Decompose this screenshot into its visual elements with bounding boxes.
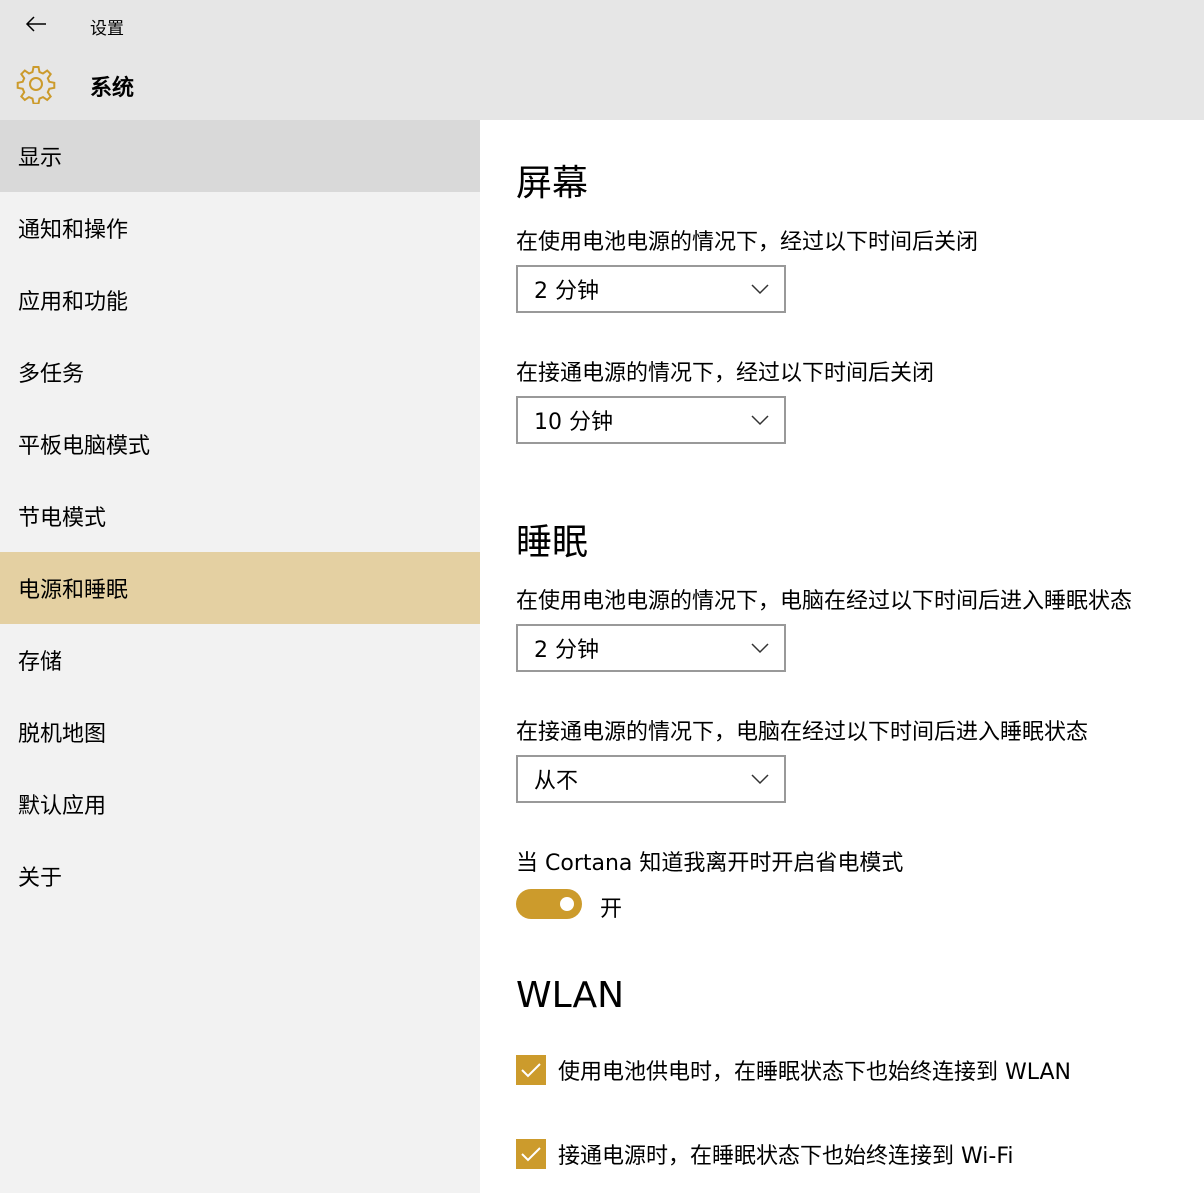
sidebar-item-label: 存储	[18, 650, 63, 675]
sidebar-item-offline-maps[interactable]: 脱机地图	[0, 696, 480, 768]
title-bar: 设置 系统	[0, 0, 1204, 120]
sidebar-item-battery-saver[interactable]: 节电模式	[0, 480, 480, 552]
wlan-battery-label: 使用电池供电时，在睡眠状态下也始终连接到 WLAN	[558, 1060, 1072, 1085]
dropdown-value: 从不	[534, 769, 579, 794]
wlan-plugged-checkbox[interactable]	[516, 1139, 546, 1169]
sidebar-item-multitasking[interactable]: 多任务	[0, 336, 480, 408]
checkmark-icon	[521, 1063, 541, 1078]
dropdown-value: 2 分钟	[534, 279, 599, 304]
screen-plugged-dropdown[interactable]: 10 分钟	[516, 396, 786, 444]
section-title: 系统	[90, 76, 135, 101]
chevron-down-icon	[751, 415, 769, 426]
cortana-toggle[interactable]	[516, 889, 582, 919]
sleep-battery-label: 在使用电池电源的情况下，电脑在经过以下时间后进入睡眠状态	[516, 589, 1133, 614]
screen-plugged-label: 在接通电源的情况下，经过以下时间后关闭	[516, 361, 935, 386]
chevron-down-icon	[751, 284, 769, 295]
wlan-battery-checkbox[interactable]	[516, 1055, 546, 1085]
sidebar-item-power-sleep[interactable]: 电源和睡眠	[0, 552, 480, 624]
dropdown-value: 2 分钟	[534, 638, 599, 663]
cortana-toggle-state: 开	[600, 897, 623, 922]
sidebar-item-default-apps[interactable]: 默认应用	[0, 768, 480, 840]
gear-icon	[16, 66, 56, 104]
sidebar-item-label: 脱机地图	[18, 722, 107, 747]
app-title: 设置	[90, 19, 124, 39]
chevron-down-icon	[751, 643, 769, 654]
screen-heading: 屏幕	[516, 163, 589, 204]
wlan-heading: WLAN	[516, 975, 625, 1016]
sleep-heading: 睡眠	[516, 522, 589, 563]
sidebar-item-label: 通知和操作	[18, 218, 129, 243]
sidebar-item-about[interactable]: 关于	[0, 840, 480, 912]
wlan-plugged-label: 接通电源时，在睡眠状态下也始终连接到 Wi-Fi	[558, 1144, 1014, 1169]
sidebar-item-label: 显示	[18, 146, 63, 171]
sidebar-item-label: 多任务	[18, 362, 85, 387]
sidebar-item-label: 默认应用	[18, 794, 107, 819]
screen-battery-dropdown[interactable]: 2 分钟	[516, 265, 786, 313]
sidebar-item-apps[interactable]: 应用和功能	[0, 264, 480, 336]
checkmark-icon	[521, 1147, 541, 1162]
sidebar-item-tablet-mode[interactable]: 平板电脑模式	[0, 408, 480, 480]
sleep-plugged-label: 在接通电源的情况下，电脑在经过以下时间后进入睡眠状态	[516, 720, 1089, 745]
sidebar: 显示 通知和操作 应用和功能 多任务 平板电脑模式 节电模式 电源和睡眠 存储 …	[0, 120, 480, 1193]
sidebar-item-label: 节电模式	[18, 506, 107, 531]
sidebar-item-label: 平板电脑模式	[18, 434, 151, 459]
sleep-battery-dropdown[interactable]: 2 分钟	[516, 624, 786, 672]
sidebar-item-notifications[interactable]: 通知和操作	[0, 192, 480, 264]
sidebar-item-label: 电源和睡眠	[18, 578, 129, 603]
screen-battery-label: 在使用电池电源的情况下，经过以下时间后关闭	[516, 230, 979, 255]
sidebar-item-display[interactable]: 显示	[0, 120, 480, 192]
sleep-plugged-dropdown[interactable]: 从不	[516, 755, 786, 803]
sidebar-item-label: 应用和功能	[18, 290, 129, 315]
toggle-knob	[560, 897, 574, 911]
sidebar-item-storage[interactable]: 存储	[0, 624, 480, 696]
sidebar-item-label: 关于	[18, 866, 63, 891]
dropdown-value: 10 分钟	[534, 410, 613, 435]
arrow-left-icon	[25, 16, 46, 32]
back-button[interactable]	[18, 8, 54, 40]
cortana-label: 当 Cortana 知道我离开时开启省电模式	[516, 851, 904, 876]
main-content: 屏幕 在使用电池电源的情况下，经过以下时间后关闭 2 分钟 在接通电源的情况下，…	[480, 120, 1204, 1193]
chevron-down-icon	[751, 774, 769, 785]
